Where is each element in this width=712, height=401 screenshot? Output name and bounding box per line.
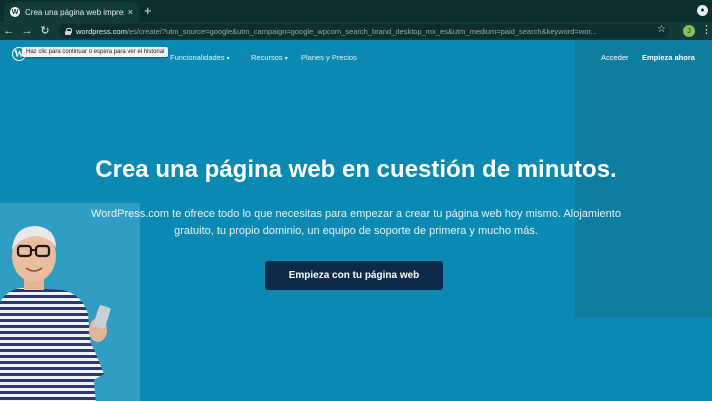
start-website-button[interactable]: Empieza con tu página web [265, 261, 443, 290]
forward-arrow-icon[interactable]: → [18, 22, 36, 40]
login-link[interactable]: Acceder [601, 53, 629, 62]
page-content: W WordPress.com Haz clic para continuar … [0, 40, 712, 401]
hero-photo [0, 226, 111, 401]
browser-menu-icon[interactable]: ⋮ [701, 23, 712, 36]
tab-title: Crea una página web impresio [25, 7, 124, 17]
tab-close-icon[interactable]: × [128, 7, 133, 17]
hero-title: Crea una página web en cuestión de minut… [95, 156, 617, 183]
wordpress-favicon-icon: W [10, 7, 20, 17]
browser-tab[interactable]: W Crea una página web impresio × [4, 2, 139, 22]
nav-item-planes[interactable]: Planes y Precios [301, 53, 357, 62]
back-button-tooltip: Haz clic para continuar o espera para ve… [22, 47, 169, 57]
address-bar[interactable]: wordpress.com/es/create/?utm_source=goog… [59, 24, 669, 38]
nav-item-funcionalidades[interactable]: Funcionalidades ▾ [170, 53, 230, 62]
new-tab-button[interactable]: + [144, 3, 152, 19]
lock-icon[interactable] [65, 27, 72, 35]
signup-link[interactable]: Empieza ahora [642, 53, 695, 62]
nav-item-recursos[interactable]: Recursos ▾ [251, 53, 288, 62]
url-text[interactable]: wordpress.com/es/create/?utm_source=goog… [76, 27, 597, 36]
browser-toolbar: ← → ↻ wordpress.com/es/create/?utm_sourc… [0, 22, 712, 40]
bookmark-star-icon[interactable]: ☆ [657, 24, 666, 35]
window-menu-button[interactable]: ● [697, 5, 708, 16]
profile-avatar[interactable]: J [683, 25, 695, 37]
back-arrow-icon[interactable]: ← [0, 22, 18, 40]
hero-subtitle: WordPress.com te ofrece todo lo que nece… [91, 208, 621, 237]
browser-tab-strip: W Crea una página web impresio × + ● [0, 0, 712, 22]
reload-icon[interactable]: ↻ [36, 22, 54, 40]
chevron-down-icon: ▾ [284, 56, 288, 62]
chevron-down-icon: ▾ [226, 56, 230, 62]
